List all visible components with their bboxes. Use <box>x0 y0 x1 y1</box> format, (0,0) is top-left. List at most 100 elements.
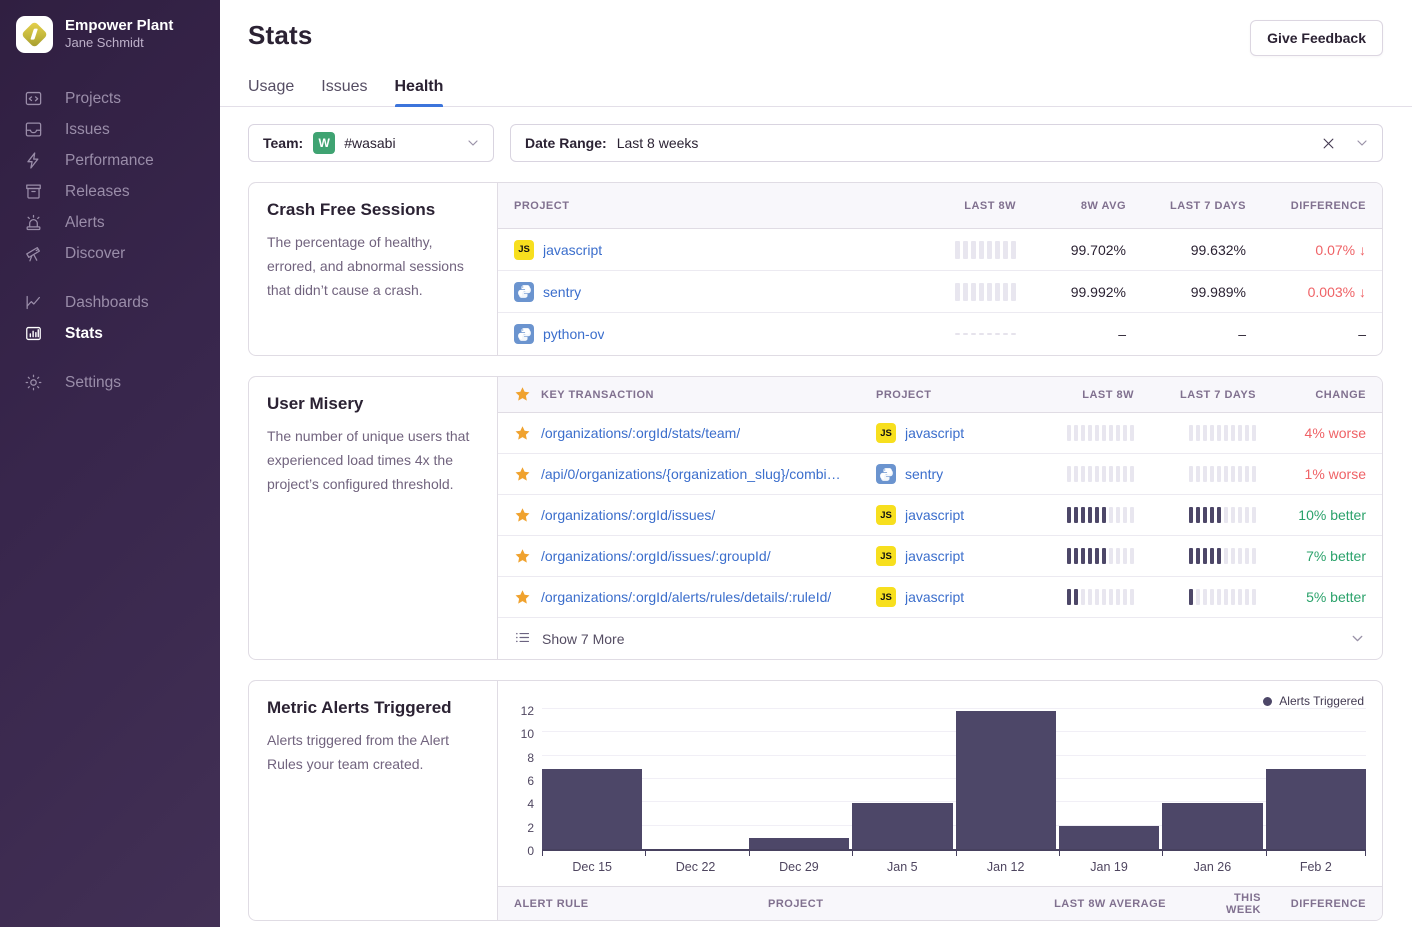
team-select[interactable]: Team: W #wasabi <box>248 124 494 162</box>
column-header: Change <box>1272 389 1382 401</box>
js-platform-icon: JS <box>876 587 896 607</box>
transaction-cell: /organizations/:orgId/issues/ <box>498 507 860 524</box>
last-7d-cell: – <box>1142 326 1262 342</box>
chart-x-axis: Dec 15Dec 22Dec 29Jan 5Jan 12Jan 19Jan 2… <box>542 851 1366 874</box>
project-link[interactable]: javascript <box>905 589 964 605</box>
sparkline-7d-cell <box>1150 425 1272 441</box>
legend-dot-icon <box>1263 697 1272 706</box>
y-tick-label: 2 <box>527 821 534 835</box>
crash-free-table: ProjectLast 8W8W AvgLast 7 DaysDifferenc… <box>498 183 1382 355</box>
column-header: Last 8W Average <box>1022 898 1182 910</box>
project-link[interactable]: python-ov <box>543 326 604 342</box>
table-header-row: ProjectLast 8W8W AvgLast 7 DaysDifferenc… <box>498 183 1382 229</box>
show-more-button[interactable]: Show 7 More <box>498 619 1333 659</box>
project-cell: JS javascript <box>860 587 1028 607</box>
y-tick-label: 4 <box>527 797 534 811</box>
date-range-select[interactable]: Date Range: Last 8 weeks <box>510 124 1383 162</box>
alerts-chart: Alerts Triggered 024681012 Dec 15Dec 22D… <box>498 681 1382 920</box>
star-icon[interactable] <box>514 507 531 524</box>
sidebar-item-discover[interactable]: Discover <box>0 238 220 269</box>
sidebar-item-stats[interactable]: Stats <box>0 318 220 349</box>
sidebar-item-alerts[interactable]: Alerts <box>0 207 220 238</box>
tab-issues[interactable]: Issues <box>321 78 367 106</box>
date-range-label: Date Range: <box>525 135 607 151</box>
y-tick-label: 0 <box>527 844 534 858</box>
sparkline-8w <box>1067 466 1134 482</box>
star-icon[interactable] <box>514 548 531 565</box>
project-cell: JS javascript <box>860 423 1028 443</box>
give-feedback-button[interactable]: Give Feedback <box>1250 20 1383 56</box>
sidebar-item-label: Releases <box>65 182 130 201</box>
settings-icon <box>24 373 43 392</box>
sidebar-item-label: Issues <box>65 120 110 139</box>
transaction-link[interactable]: /organizations/:orgId/issues/:groupId/ <box>541 548 771 564</box>
star-icon[interactable] <box>514 589 531 606</box>
show-more-row[interactable]: Show 7 More <box>498 618 1382 659</box>
panel-title: Crash Free Sessions <box>267 200 479 220</box>
crash-free-sessions-panel: Crash Free Sessions The percentage of he… <box>248 182 1383 356</box>
star-icon[interactable] <box>514 386 531 403</box>
project-link[interactable]: sentry <box>905 466 943 482</box>
sparkline-7d <box>1189 548 1256 564</box>
js-platform-icon: JS <box>876 423 896 443</box>
close-icon[interactable] <box>1321 136 1336 151</box>
column-header-key-transaction: Key Transaction <box>498 386 860 403</box>
x-tick-label: Jan 12 <box>956 851 1056 874</box>
sidebar-item-performance[interactable]: Performance <box>0 145 220 176</box>
project-link[interactable]: javascript <box>905 548 964 564</box>
sparkline-7d-cell <box>1150 466 1272 482</box>
bar-jan-19 <box>1059 826 1159 849</box>
transaction-link[interactable]: /organizations/:orgId/alerts/rules/detai… <box>541 589 831 605</box>
sidebar-item-projects[interactable]: Projects <box>0 83 220 114</box>
panel-description: Alerts triggered from the Alert Rules yo… <box>267 728 479 776</box>
last-7d-cell: 99.989% <box>1142 284 1262 300</box>
org-switcher[interactable]: Empower Plant Jane Schmidt <box>0 0 220 75</box>
column-header: 8W Avg <box>1032 200 1142 212</box>
org-user-name: Jane Schmidt <box>65 35 173 52</box>
project-link[interactable]: javascript <box>905 507 964 523</box>
project-link[interactable]: javascript <box>543 242 602 258</box>
sparkline-8w <box>955 333 1016 335</box>
sparkline-8w-cell <box>1028 548 1150 564</box>
star-icon[interactable] <box>514 466 531 483</box>
change-cell: 10% better <box>1272 507 1382 523</box>
dashboards-icon <box>24 293 43 312</box>
transaction-link[interactable]: /organizations/:orgId/stats/team/ <box>541 425 740 441</box>
team-value: #wasabi <box>344 135 395 151</box>
column-header: Project <box>752 898 1022 910</box>
chevron-down-icon[interactable] <box>465 135 481 151</box>
x-tick-label: Dec 29 <box>749 851 849 874</box>
stats-icon <box>24 324 43 343</box>
sparkline-8w <box>955 241 1016 259</box>
chevron-down-icon[interactable] <box>1333 630 1382 647</box>
column-header: Last 7 Days <box>1142 200 1262 212</box>
table-row: /organizations/:orgId/issues/JSjavascrip… <box>498 495 1382 536</box>
app-window: Empower Plant Jane Schmidt Projects Issue… <box>0 0 1412 927</box>
sidebar-item-settings[interactable]: Settings <box>0 367 220 398</box>
transaction-link[interactable]: /organizations/:orgId/issues/ <box>541 507 715 523</box>
sidebar-item-releases[interactable]: Releases <box>0 176 220 207</box>
table-row: python-ov––– <box>498 313 1382 355</box>
star-icon[interactable] <box>514 425 531 442</box>
python-platform-icon <box>514 324 534 344</box>
last-7d-cell: 99.632% <box>1142 242 1262 258</box>
tab-health[interactable]: Health <box>395 78 444 106</box>
transaction-link[interactable]: /api/0/organizations/{organization_slug}… <box>541 466 844 482</box>
transaction-cell: /organizations/:orgId/stats/team/ <box>498 425 860 442</box>
project-cell: python-ov <box>498 324 912 344</box>
org-name: Empower Plant <box>65 17 173 36</box>
sidebar-item-issues[interactable]: Issues <box>0 114 220 145</box>
page-header: Stats Give Feedback UsageIssuesHealth <box>220 0 1412 107</box>
releases-icon <box>24 182 43 201</box>
column-header: Difference <box>1262 200 1382 212</box>
sparkline-7d-cell <box>1150 507 1272 523</box>
tab-usage[interactable]: Usage <box>248 78 294 106</box>
sidebar-item-label: Dashboards <box>65 293 149 312</box>
sidebar-item-dashboards[interactable]: Dashboards <box>0 287 220 318</box>
x-tick-label: Feb 2 <box>1266 851 1366 874</box>
project-link[interactable]: javascript <box>905 425 964 441</box>
chevron-down-icon[interactable] <box>1354 135 1370 151</box>
project-link[interactable]: sentry <box>543 284 581 300</box>
change-cell: 1% worse <box>1272 466 1382 482</box>
y-tick-label: 10 <box>521 727 534 741</box>
